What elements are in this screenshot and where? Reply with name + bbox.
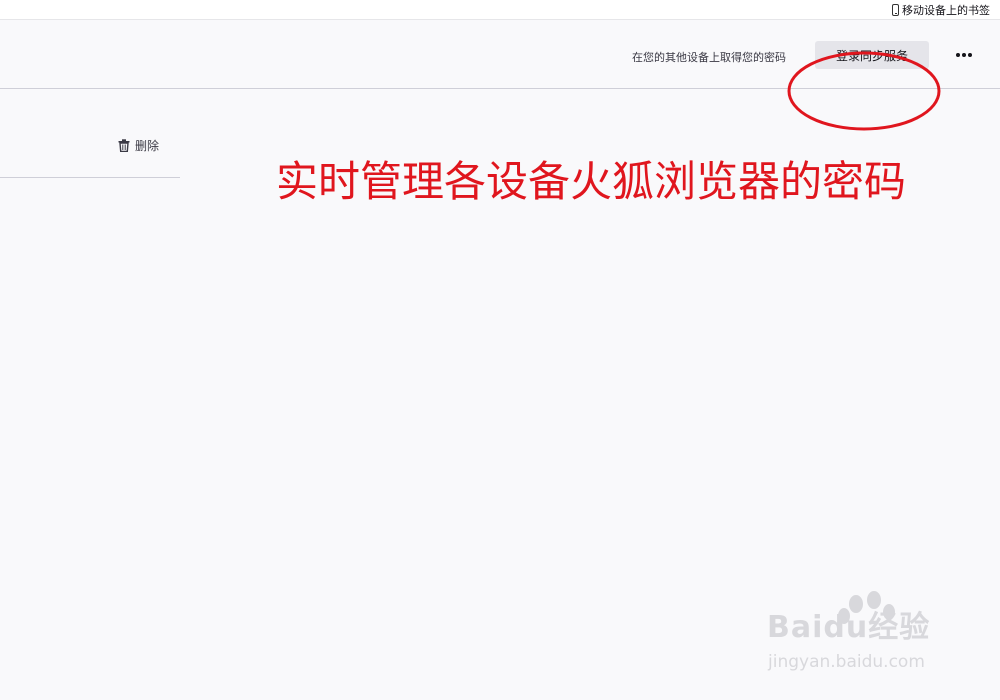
sign-in-sync-button[interactable]: 登录同步服务 [815, 41, 929, 69]
more-icon[interactable] [950, 43, 978, 67]
logins-list-pane: 删除 [0, 90, 180, 178]
sync-prompt-text: 在您的其他设备上取得您的密码 [632, 51, 786, 64]
bookmarks-toolbar: 移动设备上的书签 [0, 0, 1000, 20]
mobile-bookmarks-button[interactable]: 移动设备上的书签 [892, 2, 990, 18]
annotation-caption: 实时管理各设备火狐浏览器的密码 [276, 157, 907, 206]
mobile-bookmarks-label: 移动设备上的书签 [902, 4, 990, 17]
trash-icon [118, 138, 130, 152]
baidu-watermark: Baidu经验 jingyan.baidu.com [762, 590, 962, 685]
delete-button[interactable]: 删除 [118, 135, 159, 155]
delete-label: 删除 [135, 138, 160, 153]
watermark-sub: jingyan.baidu.com [768, 652, 925, 672]
phone-icon [892, 4, 899, 16]
watermark-main: Baidu经验 [767, 610, 931, 645]
page-header: 在您的其他设备上取得您的密码 登录同步服务 [0, 21, 1000, 131]
